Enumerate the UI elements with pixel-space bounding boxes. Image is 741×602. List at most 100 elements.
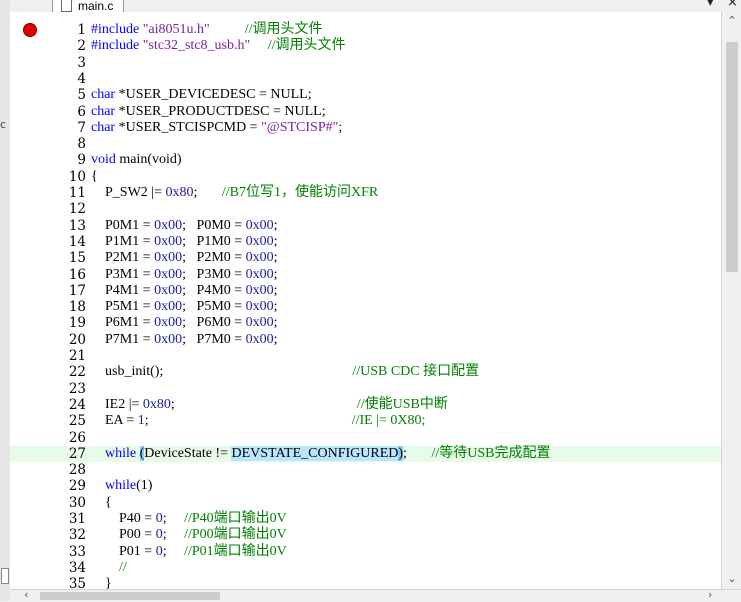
code-token: ; <box>162 527 185 543</box>
code-token: 0x00 <box>245 250 274 266</box>
line-number: 5 <box>77 87 86 104</box>
code-line[interactable]: 19 P6M1 = 0x00; P6M0 = 0x00; <box>10 315 721 331</box>
code-line[interactable]: 17 P4M1 = 0x00; P4M0 = 0x00; <box>10 283 721 299</box>
vertical-scrollbar[interactable]: ⌃ ⌄ <box>721 12 741 589</box>
code-text: P1M1 = 0x00; P1M0 = 0x00; <box>91 234 278 250</box>
code-token: P00 = <box>91 527 156 543</box>
code-text: P6M1 = 0x00; P6M0 = 0x00; <box>91 315 278 331</box>
code-line[interactable]: 11 P_SW2 |= 0x80; //B7位写1，使能访问XFR <box>10 185 721 201</box>
scroll-left-icon[interactable]: ‹ <box>24 588 28 601</box>
code-line[interactable]: 33 P01 = 0; //P01端口输出0V <box>10 544 721 560</box>
code-text: P40 = 0; //P40端口输出0V <box>91 511 287 527</box>
code-line[interactable]: 4 <box>10 71 721 87</box>
code-token: ; <box>273 250 278 266</box>
code-line[interactable]: 28 <box>10 462 721 478</box>
code-line[interactable]: 5 char *USER_DEVICEDESC = NULL; <box>10 87 721 103</box>
code-line[interactable]: 26 <box>10 430 721 446</box>
code-token: 0 <box>155 527 163 543</box>
code-line[interactable]: 21 <box>10 348 721 364</box>
code-line[interactable]: 29 while(1) <box>10 478 721 494</box>
vertical-scroll-thumb[interactable] <box>726 42 738 272</box>
line-number: 6 <box>77 103 86 120</box>
line-number: 13 <box>68 217 86 234</box>
code-token: main(void) <box>115 152 182 168</box>
code-line[interactable]: 35 } <box>10 576 721 589</box>
code-text: P00 = 0; //P00端口输出0V <box>91 527 287 543</box>
line-number: 2 <box>77 38 86 55</box>
code-token: //IE |= 0X80; <box>351 413 426 429</box>
code-line[interactable]: 22 usb_init(); //USB CDC 接口配置 <box>10 364 721 380</box>
code-line[interactable]: 27 while (DeviceState != DEVSTATE_CONFIG… <box>10 445 721 463</box>
code-line[interactable]: 25 EA = 1; //IE |= 0X80; <box>10 413 721 429</box>
code-token: usb_init(); <box>91 364 353 380</box>
code-token: 0x00 <box>245 233 274 249</box>
code-token: 0x80 <box>165 185 194 200</box>
code-token: { <box>91 494 112 510</box>
tab-list-dropdown-icon[interactable]: ▾ <box>707 0 714 10</box>
code-token: //调用头文件 <box>244 22 323 37</box>
horizontal-scroll-thumb[interactable] <box>40 592 220 600</box>
code-line[interactable]: 30 { <box>10 495 721 511</box>
scroll-down-icon[interactable]: ⌄ <box>722 570 741 588</box>
code-line[interactable]: 1 #include "ai8051u.h" //调用头文件 <box>10 22 721 38</box>
code-token: P5M1 = <box>91 299 155 315</box>
code-line[interactable]: 7 char *USER_STCISPCMD = "@STCISP#"; <box>10 120 721 136</box>
line-number: 21 <box>68 348 86 364</box>
code-token: ; <box>273 315 278 331</box>
line-number: 4 <box>77 70 86 87</box>
code-text: char *USER_STCISPCMD = "@STCISP#"; <box>91 120 342 136</box>
code-text: { <box>91 169 98 185</box>
code-line[interactable]: 18 P5M1 = 0x00; P5M0 = 0x00; <box>10 299 721 315</box>
scroll-up-icon[interactable]: ⌃ <box>722 12 741 30</box>
code-line[interactable]: 3 <box>10 55 721 71</box>
code-line[interactable]: 23 <box>10 381 721 397</box>
code-line[interactable]: 14 P1M1 = 0x00; P1M0 = 0x00; <box>10 234 721 250</box>
code-line[interactable]: 34 // <box>10 560 721 576</box>
horizontal-scrollbar[interactable]: ‹ › <box>10 588 741 602</box>
code-line[interactable]: 2 #include "stc32_stc8_usb.h" //调用头文件 <box>10 38 721 54</box>
code-token: P1M1 = <box>91 233 155 249</box>
close-tab-icon[interactable]: × <box>727 0 738 10</box>
line-number: 18 <box>68 299 86 316</box>
code-token: char <box>91 103 116 119</box>
code-line[interactable]: 12 <box>10 201 721 217</box>
code-editor[interactable]: 1 #include "ai8051u.h" //调用头文件 2 #include "… <box>10 12 721 589</box>
code-text: { <box>91 495 112 511</box>
code-line[interactable]: 6 char *USER_PRODUCTDESC = NULL; <box>10 104 721 120</box>
code-line[interactable]: 13 P0M1 = 0x00; P0M0 = 0x00; <box>10 218 721 234</box>
code-text: P_SW2 |= 0x80; //B7位写1，使能访问XFR <box>91 185 378 201</box>
code-token: { <box>91 168 98 184</box>
line-number: 29 <box>68 478 86 495</box>
line-number: 22 <box>68 364 86 381</box>
code-line[interactable]: 15 P2M1 = 0x00; P2M0 = 0x00; <box>10 250 721 266</box>
line-number: 30 <box>68 494 86 511</box>
code-token: ; <box>273 282 278 298</box>
tab-label: main.c <box>78 0 114 13</box>
line-number: 9 <box>77 152 86 169</box>
code-token: #include <box>91 38 143 54</box>
line-number: 1 <box>77 22 86 38</box>
code-line[interactable]: 24 IE2 |= 0x80; //使能USB中断 <box>10 397 721 413</box>
scroll-right-icon[interactable]: › <box>708 588 712 601</box>
code-line[interactable]: 32 P00 = 0; //P00端口输出0V <box>10 527 721 543</box>
code-token: ; P3M0 = <box>182 266 246 282</box>
code-token: P_SW2 |= <box>91 185 166 200</box>
code-line[interactable]: 8 <box>10 136 721 152</box>
code-line[interactable]: 20 P7M1 = 0x00; P7M0 = 0x00; <box>10 332 721 348</box>
code-line[interactable]: 9 void main(void) <box>10 152 721 168</box>
code-token: ; P4M0 = <box>182 282 246 298</box>
left-panel-scroll-handle[interactable] <box>1 568 9 584</box>
code-line[interactable]: 10 { <box>10 169 721 185</box>
code-token: ; <box>193 185 222 200</box>
code-token: P0M1 = <box>91 217 155 233</box>
code-token: 0x00 <box>154 266 183 282</box>
line-number: 16 <box>68 266 86 283</box>
code-token: 0x00 <box>154 282 183 298</box>
code-line[interactable]: 16 P3M1 = 0x00; P3M0 = 0x00; <box>10 267 721 283</box>
code-token: ; P5M0 = <box>182 299 246 315</box>
code-line[interactable]: 31 P40 = 0; //P40端口输出0V <box>10 511 721 527</box>
code-text: P5M1 = 0x00; P5M0 = 0x00; <box>91 299 278 315</box>
line-number: 28 <box>68 462 86 479</box>
